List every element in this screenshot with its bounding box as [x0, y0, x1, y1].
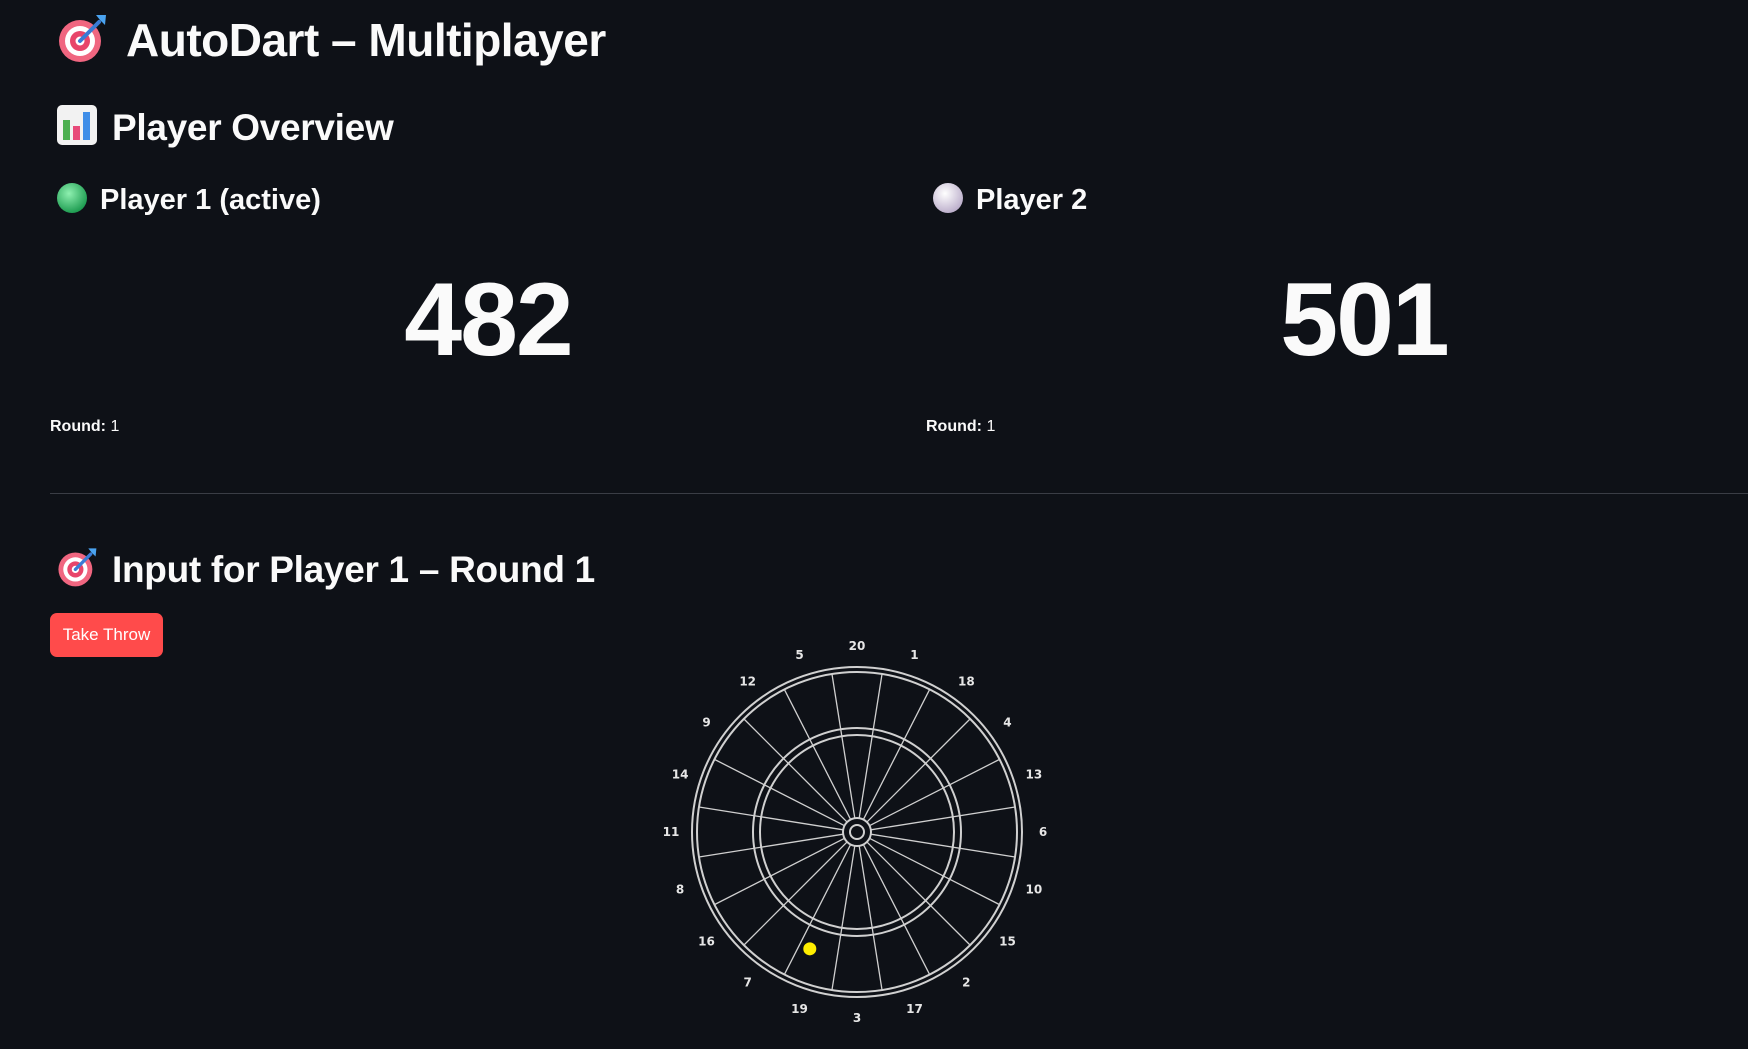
board-number-label: 18	[958, 675, 975, 689]
board-number-label: 1	[910, 648, 918, 662]
input-heading-row: Input for Player 1 – Round 1	[56, 546, 595, 593]
take-throw-button[interactable]: Take Throw	[50, 613, 163, 657]
section-divider	[50, 493, 1748, 494]
bar-chart-icon	[56, 104, 98, 151]
round-label: Round:	[50, 418, 106, 435]
app-title: AutoDart – Multiplayer	[126, 14, 606, 66]
player-header: Player 1 (active)	[56, 182, 321, 219]
dartboard[interactable]: 20 1 18 4 13 6 10 15 2 17 3 19 7 16 8 11 14 9 12 5	[653, 625, 1063, 1035]
player-card-2: Player 2 501 Round: 1	[926, 178, 1748, 448]
dartboard-target-icon	[56, 546, 98, 593]
segment-divider-line	[866, 841, 971, 946]
board-number-label: 8	[676, 882, 684, 896]
segment-divider-line	[858, 673, 883, 819]
dartboard-target-icon	[56, 12, 108, 69]
round-value: 1	[986, 418, 996, 435]
player-name: Player 2	[976, 184, 1088, 216]
round-value: 1	[110, 418, 120, 435]
segment-divider-line	[870, 833, 1016, 858]
board-number-label: 2	[962, 975, 970, 989]
board-number-label: 3	[853, 1011, 861, 1025]
player-header: Player 2	[932, 182, 1087, 219]
segment-divider-line	[858, 845, 883, 991]
outer-bull-ring	[842, 817, 872, 847]
app-root: AutoDart – Multiplayer Player Overview P…	[0, 0, 1748, 1049]
segment-divider-line	[870, 806, 1016, 831]
board-number-label: 13	[1026, 768, 1043, 782]
round-label: Round:	[926, 418, 982, 435]
board-number-label: 9	[702, 716, 710, 730]
app-title-row: AutoDart – Multiplayer	[56, 12, 606, 68]
green-circle-icon	[56, 182, 88, 219]
overview-heading-row: Player Overview	[56, 104, 394, 151]
board-number-label: 10	[1026, 882, 1043, 896]
board-number-label: 11	[663, 825, 680, 839]
board-number-label: 19	[791, 1002, 808, 1016]
round-indicator: Round: 1	[50, 418, 119, 436]
segment-divider-line	[698, 806, 844, 831]
board-number-label: 20	[849, 639, 866, 653]
segment-divider-line	[698, 833, 844, 858]
overview-heading: Player Overview	[112, 106, 394, 148]
segment-divider-line	[866, 718, 971, 823]
inner-bull-ring	[849, 824, 865, 840]
board-number-label: 7	[743, 975, 751, 989]
player-card-1: Player 1 (active) 482 Round: 1	[50, 178, 926, 448]
player-name: Player 1 (active)	[100, 184, 321, 216]
round-indicator: Round: 1	[926, 418, 995, 436]
input-heading: Input for Player 1 – Round 1	[112, 548, 595, 590]
board-number-label: 16	[698, 934, 715, 948]
board-number-label: 5	[795, 648, 803, 662]
board-number-label: 15	[999, 934, 1016, 948]
white-circle-icon	[932, 182, 964, 219]
player-score: 501	[1280, 262, 1450, 378]
dartboard-graphic[interactable]: 20 1 18 4 13 6 10 15 2 17 3 19 7 16 8 11 14 9 12 5	[653, 625, 1063, 1035]
board-number-label: 6	[1039, 825, 1047, 839]
board-number-label: 17	[906, 1002, 923, 1016]
board-number-label: 4	[1003, 716, 1011, 730]
board-number-label: 12	[739, 675, 756, 689]
player-score: 482	[404, 262, 574, 378]
segment-divider-line	[831, 845, 856, 991]
double-ring-outer	[691, 666, 1023, 998]
segment-divider-line	[831, 673, 856, 819]
segment-divider-line	[743, 718, 848, 823]
dart-hit-marker	[803, 942, 817, 956]
board-number-label: 14	[672, 768, 689, 782]
segment-divider-line	[743, 841, 848, 946]
